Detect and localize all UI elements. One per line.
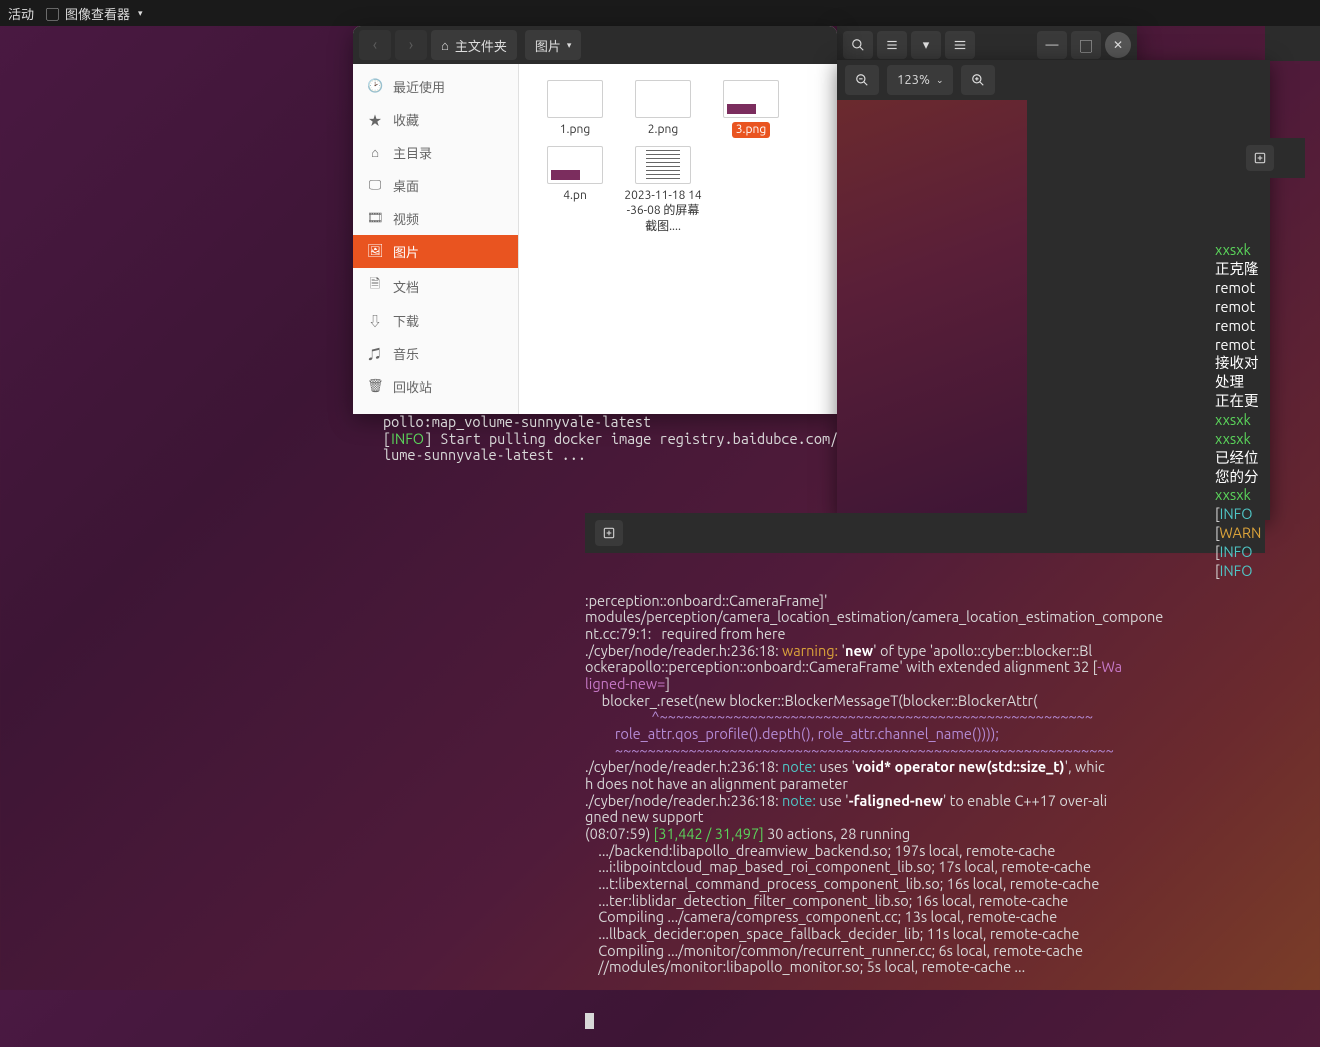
new-tab-button[interactable] [595,520,623,546]
minimize-button[interactable]: — [1037,31,1067,59]
new-tab-button[interactable] [1246,145,1274,171]
terminal-cursor [585,1013,594,1029]
activities-button[interactable]: 活动 [8,4,34,23]
starred-icon: ★ [367,110,383,129]
breadcrumb-current[interactable]: 图片 ▾ [525,30,582,60]
file-thumbnail [547,80,603,118]
maximize-button[interactable]: ▢ [1071,31,1101,59]
app-name-label: 图像查看器 [65,4,130,23]
recent-icon: 🕑 [367,79,383,94]
sidebar-item-home[interactable]: ⌂ 主目录 [353,136,518,169]
documents-icon: 🗎 [367,275,383,297]
nav-forward-button[interactable]: › [395,30,427,60]
chevron-down-icon: ⌄ [936,75,944,86]
hamburger-menu-button[interactable] [945,31,975,59]
desktop-icon: 🖵 [367,178,383,193]
terminal-3[interactable]: xxsxk正克隆remotremotremotremot接收对处理 正在更xxs… [1215,100,1305,599]
terminal-3-body[interactable]: xxsxk正克隆remotremotremotremot接收对处理 正在更xxs… [1215,241,1305,580]
file-manager-sidebar: 🕑 最近使用 ★ 收藏 ⌂ 主目录 🖵 桌面 🎞 视频 🖼 图片 🗎 文档 ⇩ 下载 ♫ 音乐 🗑 回收站 [353,64,519,414]
terminal-2-body[interactable]: :perception::onboard::CameraFrame]' modu… [585,593,1265,976]
trash-icon: 🗑 [367,379,383,394]
nav-back-button[interactable]: ‹ [359,30,391,60]
file-label: 4.pn [563,188,587,204]
home-icon: ⌂ [367,145,383,160]
breadcrumb-home[interactable]: ⌂ 主文件夹 [431,30,517,60]
list-icon [885,38,899,52]
sidebar-item-label: 下载 [393,311,419,330]
new-tab-icon [1253,151,1267,165]
file-manager-window: ‹ › ⌂ 主文件夹 图片 ▾ 🕑 最近使用 ★ 收藏 ⌂ 主目录 🖵 桌面 🎞 视频 🖼 图片 🗎 文档… [353,26,837,414]
videos-icon: 🎞 [367,211,383,226]
music-icon: ♫ [367,344,383,363]
zoom-out-icon [855,73,869,87]
sidebar-item-desktop[interactable]: 🖵 桌面 [353,169,518,202]
file-item[interactable]: 3.png [707,76,795,142]
hamburger-icon [953,38,967,52]
file-thumbnail [723,80,779,118]
view-dropdown-button[interactable]: ▾ [911,31,941,59]
terminal-2[interactable]: :perception::onboard::CameraFrame]' modu… [585,480,1265,960]
file-label: 1.png [560,122,591,138]
sidebar-item-trash[interactable]: 🗑 回收站 [353,370,518,403]
sidebar-item-music[interactable]: ♫ 音乐 [353,337,518,370]
sidebar-item-label: 收藏 [393,110,419,129]
new-tab-icon [602,526,616,540]
sidebar-item-label: 主目录 [393,143,432,162]
home-icon: ⌂ [441,38,449,53]
sidebar-item-label: 桌面 [393,176,419,195]
file-item[interactable]: 2023-11-18 14-36-08 的屏幕截图.... [619,142,707,239]
file-label: 2.png [648,122,679,138]
file-thumbnail [547,146,603,184]
chevron-down-icon: ▾ [567,40,572,51]
sidebar-item-label: 文档 [393,277,419,296]
zoom-level-dropdown[interactable]: 123% ⌄ [887,65,953,95]
zoom-in-icon [971,73,985,87]
file-manager-header: ‹ › ⌂ 主文件夹 图片 ▾ [353,26,837,64]
file-item[interactable]: 1.png [531,76,619,142]
app-menu[interactable]: ▢ 图像查看器 ▾ [46,4,143,23]
terminal-2-tabbar [585,513,1265,553]
breadcrumb-home-label: 主文件夹 [455,36,507,55]
view-list-button[interactable] [877,31,907,59]
search-button[interactable] [843,31,873,59]
zoom-out-button[interactable] [845,65,879,95]
file-thumbnail [635,146,691,184]
sidebar-item-documents[interactable]: 🗎 文档 [353,268,518,304]
file-thumbnail [635,80,691,118]
sidebar-item-pictures[interactable]: 🖼 图片 [353,235,518,268]
sidebar-item-videos[interactable]: 🎞 视频 [353,202,518,235]
sidebar-item-starred[interactable]: ★ 收藏 [353,103,518,136]
sidebar-item-label: 回收站 [393,377,432,396]
right-edge-chrome [1265,26,1320,61]
close-button[interactable]: ✕ [1105,32,1131,58]
sidebar-item-label: 音乐 [393,344,419,363]
file-label: 3.png [732,122,771,138]
sidebar-item-downloads[interactable]: ⇩ 下载 [353,304,518,337]
gnome-topbar: 活动 ▢ 图像查看器 ▾ [0,0,1320,26]
sidebar-item-label: 视频 [393,209,419,228]
breadcrumb-current-label: 图片 [535,36,561,55]
file-item[interactable]: 2.png [619,76,707,142]
file-manager-header-right: ▾ — ▢ ✕ [837,26,1137,64]
terminal-1[interactable]: pollo:map_volume-sunnyvale-latest [INFO]… [383,414,943,464]
pictures-icon: 🖼 [367,244,383,259]
image-viewer-icon: ▢ [46,4,59,23]
terminal-3-tabbar [1215,138,1305,178]
file-manager-content[interactable]: 1.png 2.png 3.png 4.pn 2023-11-18 14-36-08 的… [519,64,837,414]
file-label: 2023-11-18 14-36-08 的屏幕截图.... [623,188,703,235]
zoom-value-label: 123% [897,73,930,87]
chevron-down-icon: ▾ [138,8,143,19]
downloads-icon: ⇩ [367,311,383,330]
image-viewer-toolbar: 123% ⌄ [837,60,1270,100]
zoom-in-button[interactable] [961,65,995,95]
sidebar-item-recent[interactable]: 🕑 最近使用 [353,70,518,103]
sidebar-item-label: 图片 [393,242,419,261]
search-icon [851,38,865,52]
file-item[interactable]: 4.pn [531,142,619,239]
sidebar-item-label: 最近使用 [393,77,445,96]
